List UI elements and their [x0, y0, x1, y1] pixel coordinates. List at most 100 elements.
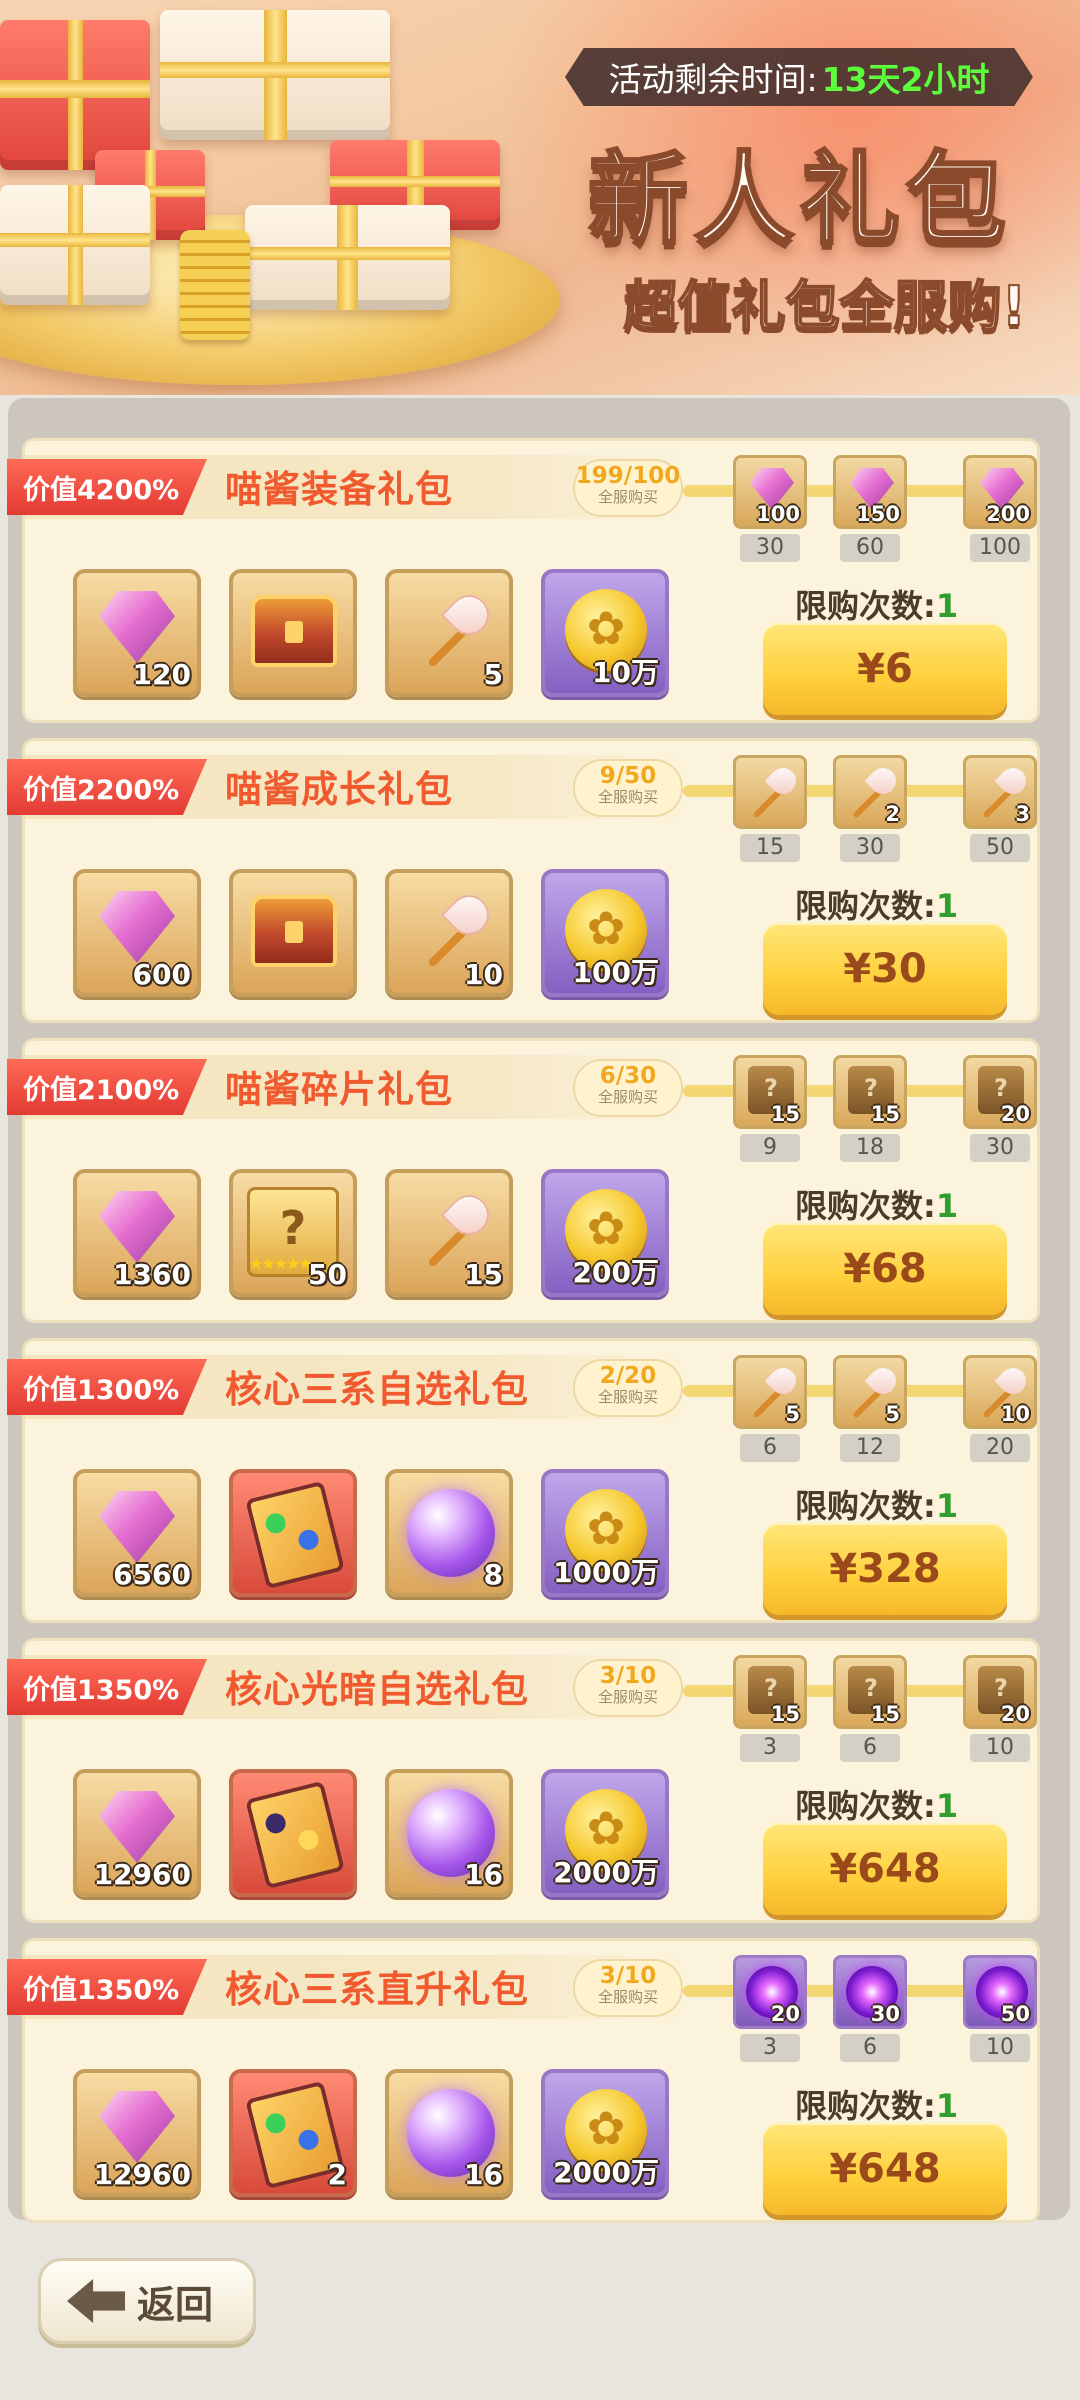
milestone-reward[interactable]: 100 30	[733, 455, 807, 562]
milestone-reward[interactable]: 2 30	[833, 755, 907, 862]
buy-button[interactable]: ¥68	[763, 1223, 1007, 1315]
pack-item-qty: 12960	[93, 2158, 191, 2191]
pack-item-qty: 5	[483, 658, 503, 691]
milestone-reward[interactable]: 50 10	[963, 1955, 1037, 2062]
value-ribbon-text: 价值2100%	[23, 1074, 180, 1106]
milestone-reward-box[interactable]: ? 15	[733, 1055, 807, 1129]
pack-item[interactable]	[229, 1469, 357, 1597]
buy-button[interactable]: ¥648	[763, 1823, 1007, 1915]
value-ribbon-text: 价值2200%	[23, 774, 180, 806]
pack-name: 核心光暗自选礼包	[225, 1668, 529, 1711]
pack-item[interactable]: 10	[385, 869, 513, 997]
pack-item-qty: 8	[483, 1558, 503, 1591]
pack-name: 核心三系直升礼包	[225, 1968, 529, 2011]
milestone-reward-box[interactable]: ? 20	[963, 1655, 1037, 1729]
pack-item[interactable]: 1360	[73, 1169, 201, 1297]
pack-item[interactable]: 120	[73, 569, 201, 697]
buy-button[interactable]: ¥6	[763, 623, 1007, 715]
milestone-reward[interactable]: ? 15 18	[833, 1055, 907, 1162]
pack-item-qty: 1360	[113, 1258, 191, 1291]
milestone-reward-box[interactable]: 5	[833, 1355, 907, 1429]
milestone-requirement: 30	[740, 534, 800, 562]
pack-item[interactable]: 16	[385, 1769, 513, 1897]
pack-item[interactable]: 600	[73, 869, 201, 997]
milestone-reward-box[interactable]: 50	[963, 1955, 1037, 2029]
back-button[interactable]: 返回	[38, 2258, 256, 2344]
milestone-reward-qty: 20	[770, 2002, 800, 2026]
pack-item[interactable]: 10万	[541, 569, 669, 697]
milestone-reward[interactable]: 5 12	[833, 1355, 907, 1462]
milestone-requirement: 18	[840, 1134, 900, 1162]
server-progress: 2/20 全服购买	[573, 1359, 683, 1417]
milestone-reward-box[interactable]: ? 15	[833, 1055, 907, 1129]
pack-item[interactable]: 2000万	[541, 1769, 669, 1897]
pack-item[interactable]: 6560	[73, 1469, 201, 1597]
purchase-limit-count: 1	[935, 1787, 959, 1825]
pack-name: 喵酱成长礼包	[225, 768, 453, 811]
milestone-reward[interactable]: 10 20	[963, 1355, 1037, 1462]
pack-card: 价值1350% 核心光暗自选礼包 3/10 全服购买 ? 15 3 ? 15 6 …	[7, 1638, 1040, 1923]
milestone-reward[interactable]: ? 20 10	[963, 1655, 1037, 1762]
pack-item[interactable]	[229, 1769, 357, 1897]
milestone-reward[interactable]: ? 20 30	[963, 1055, 1037, 1162]
milestone-reward-box[interactable]: 5	[733, 1355, 807, 1429]
purchase-limit-count: 1	[935, 2087, 959, 2125]
milestone-reward[interactable]: 3 50	[963, 755, 1037, 862]
milestone-reward[interactable]: 150 60	[833, 455, 907, 562]
milestone-reward[interactable]: 20 3	[733, 1955, 807, 2062]
purchase-limit-label: 限购次数:	[795, 1787, 936, 1825]
buy-button[interactable]: ¥648	[763, 2123, 1007, 2215]
milestone-reward-box[interactable]: 30	[833, 1955, 907, 2029]
purchase-limit: 限购次数:1	[795, 581, 958, 627]
milestone-reward-qty: 30	[870, 2002, 900, 2026]
buy-button-price: ¥648	[829, 2146, 941, 2192]
milestone-reward-box[interactable]: 3	[963, 755, 1037, 829]
milestone-reward-box[interactable]: 150	[833, 455, 907, 529]
pack-item[interactable]: 200万	[541, 1169, 669, 1297]
pack-item[interactable]: ? ★★★★★ 50	[229, 1169, 357, 1297]
milestone-reward-box[interactable]: ? 15	[733, 1655, 807, 1729]
pack-item[interactable]: 16	[385, 2069, 513, 2197]
milestone-reward[interactable]: 200 100	[963, 455, 1037, 562]
buy-button[interactable]: ¥328	[763, 1523, 1007, 1615]
purchase-limit-label: 限购次数:	[795, 1487, 936, 1525]
milestone-reward-qty: 15	[870, 1702, 900, 1726]
milestone-reward[interactable]: 15	[733, 755, 807, 862]
pack-item[interactable]: 2	[229, 2069, 357, 2197]
milestone-reward-box[interactable]: 10	[963, 1355, 1037, 1429]
timer-label: 活动剩余时间:	[608, 60, 818, 99]
milestone-requirement: 9	[740, 1134, 800, 1162]
milestone-reward-box[interactable]: 2	[833, 755, 907, 829]
milestone-reward-box[interactable]: ? 15	[833, 1655, 907, 1729]
server-progress: 199/100 全服购买	[573, 459, 683, 517]
pack-item[interactable]: 12960	[73, 2069, 201, 2197]
milestone-reward-box[interactable]: ? 20	[963, 1055, 1037, 1129]
milestone-reward[interactable]: 30 6	[833, 1955, 907, 2062]
milestone-reward-box[interactable]: 20	[733, 1955, 807, 2029]
milestone-requirement: 3	[740, 1734, 800, 1762]
milestone-requirement: 60	[840, 534, 900, 562]
pack-item[interactable]: 8	[385, 1469, 513, 1597]
milestone-reward[interactable]: ? 15 9	[733, 1055, 807, 1162]
pack-item[interactable]: 2000万	[541, 2069, 669, 2197]
pack-item[interactable]: 5	[385, 569, 513, 697]
pack-item[interactable]: 12960	[73, 1769, 201, 1897]
buy-button[interactable]: ¥30	[763, 923, 1007, 1015]
milestone-reward-box[interactable]: 100	[733, 455, 807, 529]
back-button-label: 返回	[137, 2282, 214, 2327]
milestone-reward[interactable]: ? 15 3	[733, 1655, 807, 1762]
purchase-limit: 限购次数:1	[795, 1181, 958, 1227]
pack-item[interactable]: 1000万	[541, 1469, 669, 1597]
purchase-limit-label: 限购次数:	[795, 887, 936, 925]
milestone-reward-box[interactable]: 200	[963, 455, 1037, 529]
pack-item[interactable]	[229, 569, 357, 697]
pack-item[interactable]: 100万	[541, 869, 669, 997]
server-progress-note: 全服购买	[597, 1988, 658, 2006]
pack-item[interactable]: 15	[385, 1169, 513, 1297]
milestone-reward[interactable]: ? 15 6	[833, 1655, 907, 1762]
milestone-reward[interactable]: 5 6	[733, 1355, 807, 1462]
milestone-reward-box[interactable]	[733, 755, 807, 829]
pack-item[interactable]	[229, 869, 357, 997]
buy-button-price: ¥648	[829, 1846, 941, 1892]
purchase-limit: 限购次数:1	[795, 2081, 958, 2127]
